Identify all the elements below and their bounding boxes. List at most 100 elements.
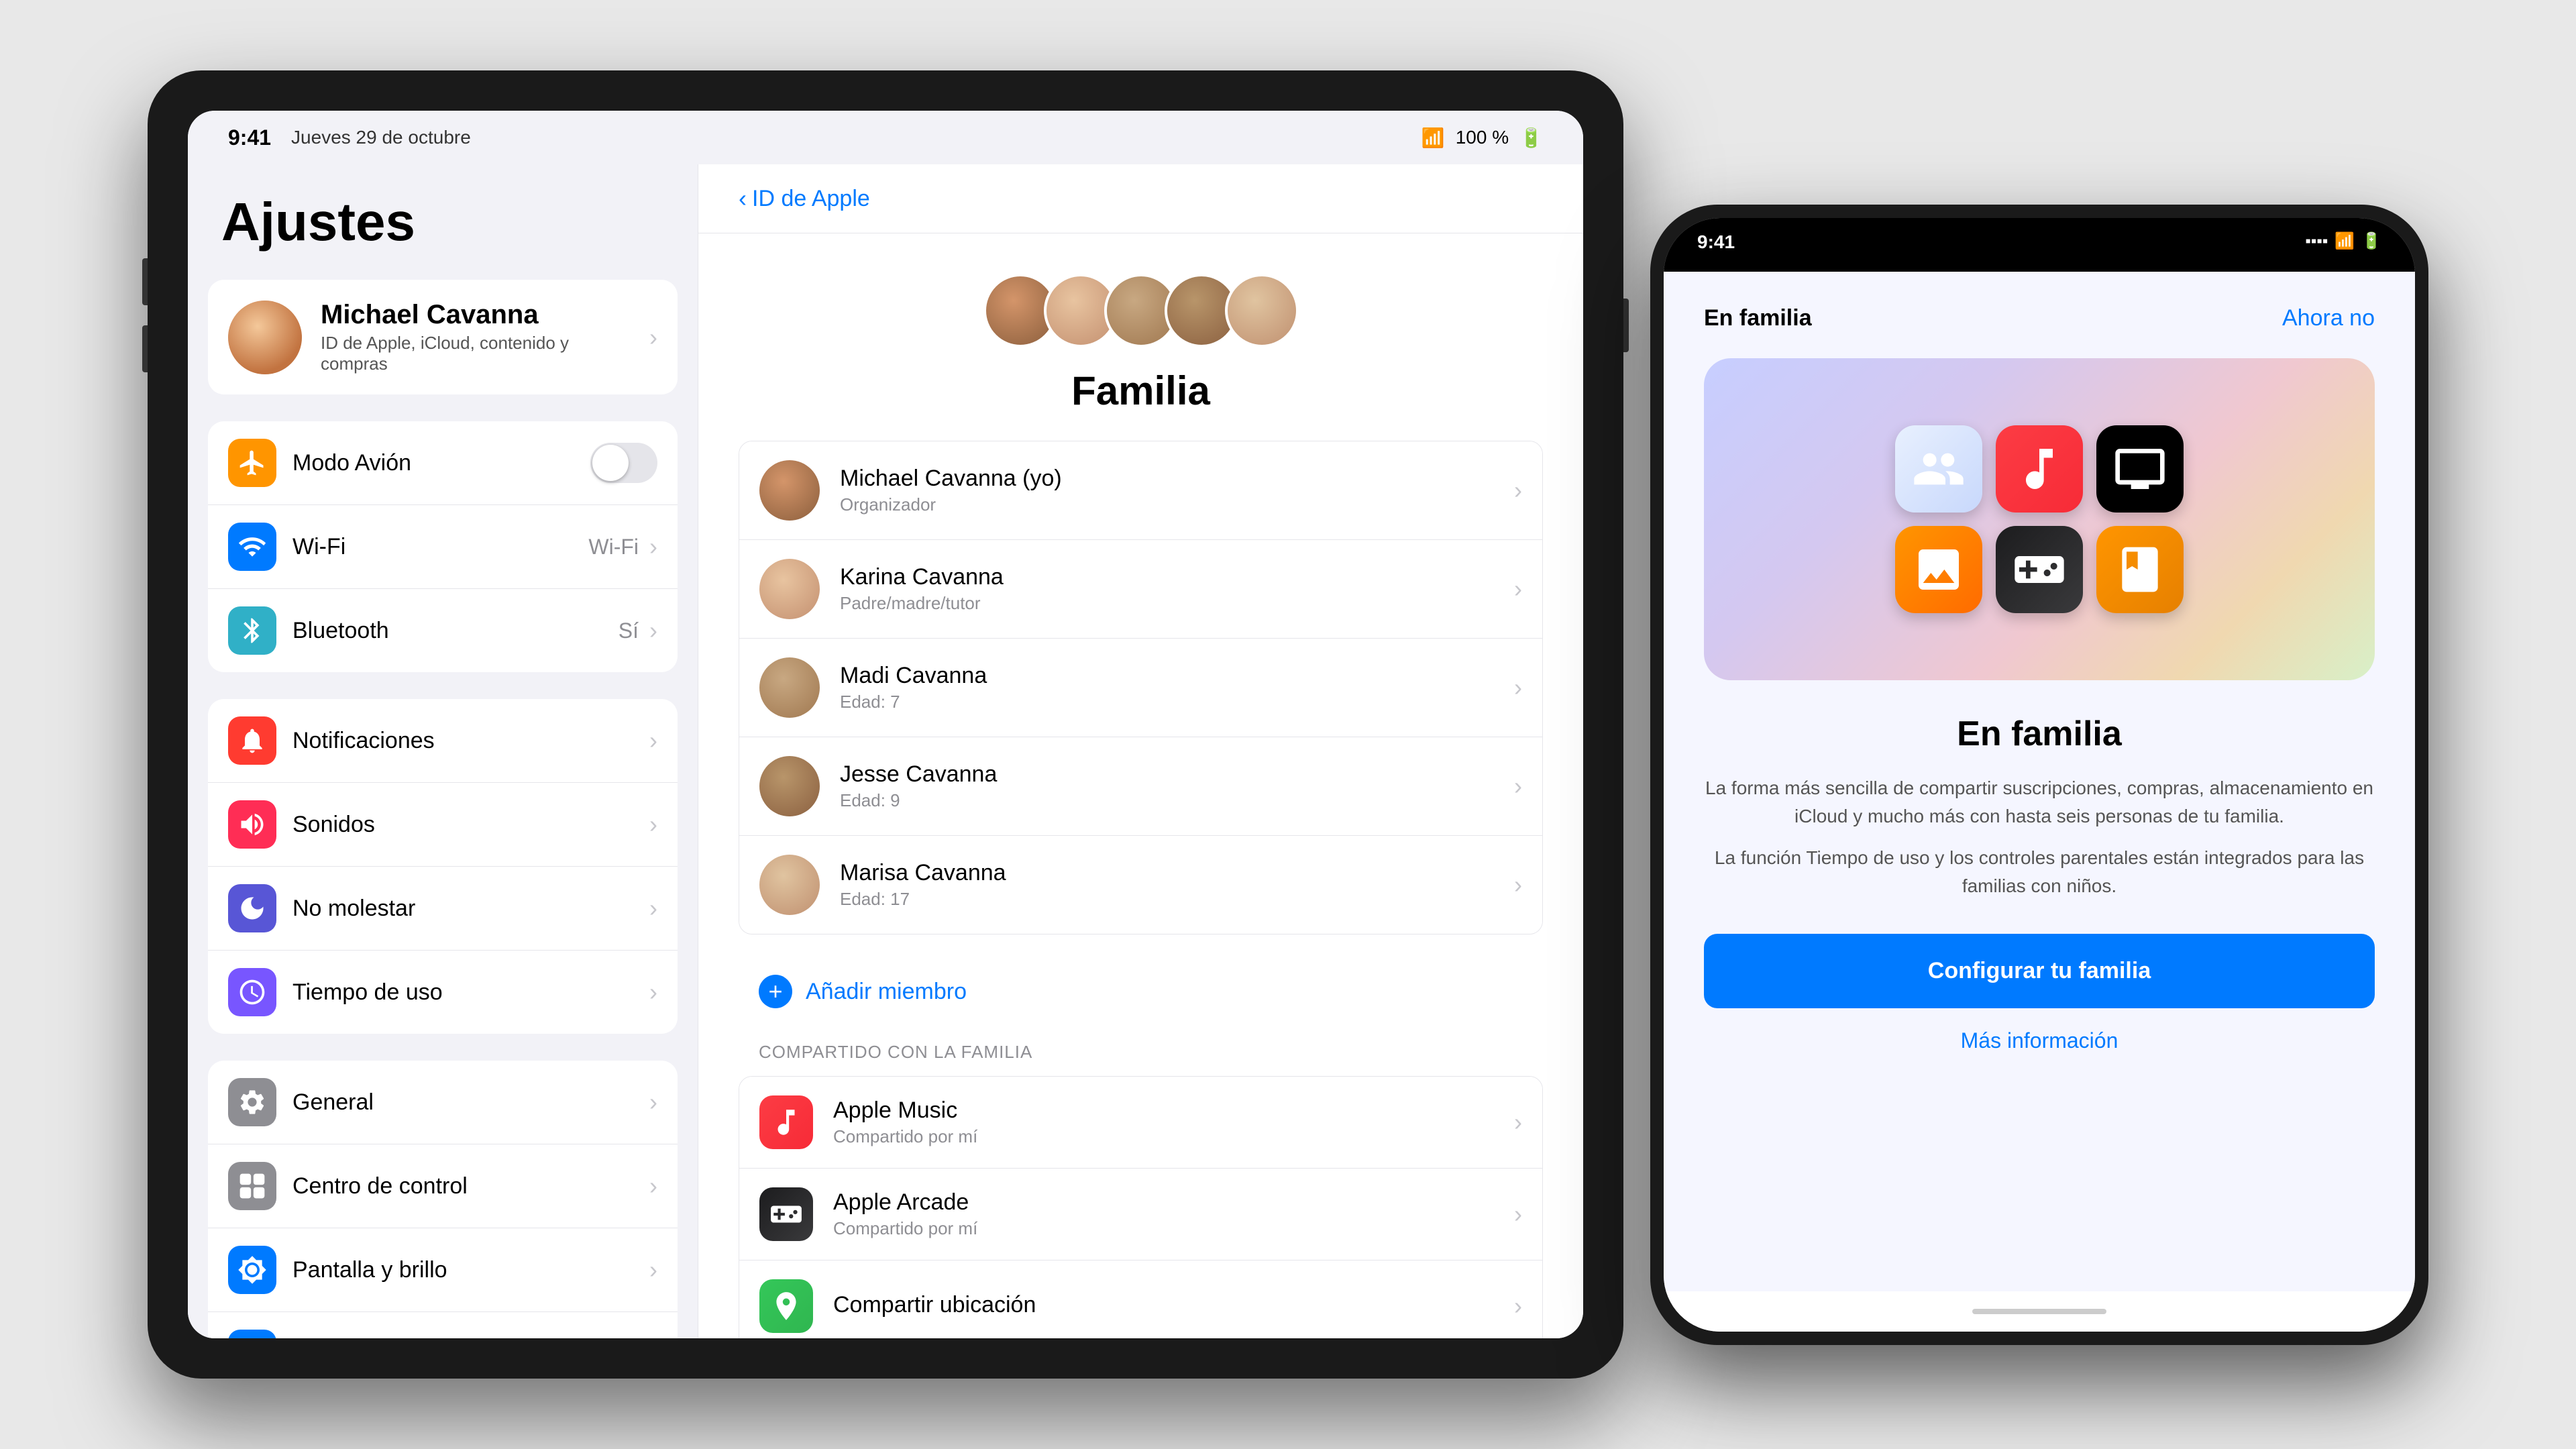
member-role-2: Edad: 7 — [840, 692, 1514, 712]
service-music[interactable]: Apple Music Compartido por mí › — [739, 1077, 1542, 1169]
wifi-label: Wi-Fi — [292, 534, 588, 560]
control-center-icon — [228, 1162, 276, 1210]
display-item[interactable]: Pantalla y brillo › — [208, 1228, 678, 1312]
member-avatar-0 — [759, 460, 820, 521]
ipad-volume-down-button[interactable] — [142, 325, 148, 372]
battery-status: 100 % — [1456, 127, 1509, 148]
notif-chevron: › — [649, 727, 657, 755]
member-item-2[interactable]: Madi Cavanna Edad: 7 › — [739, 639, 1542, 737]
shared-services: Apple Music Compartido por mí › — [739, 1076, 1543, 1338]
settings-title: Ajustes — [208, 191, 678, 280]
back-chevron-icon: ‹ — [739, 184, 747, 213]
back-button[interactable]: ‹ ID de Apple — [739, 184, 1543, 213]
battery-icon: 🔋 — [1519, 127, 1543, 149]
ipad-device: 9:41 Jueves 29 de octubre 📶 100 % 🔋 Ajus… — [148, 70, 1623, 1379]
ipad-content: Ajustes Michael Cavanna ID de Apple, iCl… — [188, 164, 1583, 1338]
iphone-wifi-icon: 📶 — [2334, 231, 2355, 251]
service-arcade[interactable]: Apple Arcade Compartido por mí › — [739, 1169, 1542, 1260]
iphone-battery-icon: 🔋 — [2361, 231, 2381, 251]
member-item-3[interactable]: Jesse Cavanna Edad: 9 › — [739, 737, 1542, 836]
sounds-chevron: › — [649, 810, 657, 839]
home-screen-icon — [228, 1330, 276, 1338]
location-service-info: Compartir ubicación — [833, 1292, 1514, 1321]
ipad-power-button[interactable] — [1623, 299, 1629, 352]
member-item-1[interactable]: Karina Cavanna Padre/madre/tutor › — [739, 540, 1542, 639]
settings-sidebar: Ajustes Michael Cavanna ID de Apple, iCl… — [188, 164, 698, 1338]
notifications-label: Notificaciones — [292, 728, 649, 754]
family-content: Familia Michael Cavanna (yo) Organizador… — [698, 233, 1583, 1338]
music-service-status: Compartido por mí — [833, 1126, 1514, 1147]
member-item-4[interactable]: Marisa Cavanna Edad: 17 › — [739, 836, 1542, 934]
dnd-chevron: › — [649, 894, 657, 922]
airplane-mode-icon — [228, 439, 276, 487]
home-screen-item[interactable]: Pantalla de inicio y el Dock › — [208, 1312, 678, 1338]
family-panel: ‹ ID de Apple — [698, 164, 1583, 1338]
wifi-value: Wi-Fi — [588, 535, 639, 559]
st-chevron: › — [649, 978, 657, 1006]
bluetooth-label: Bluetooth — [292, 618, 619, 644]
member-3-chevron: › — [1514, 772, 1522, 800]
ipad-screen: 9:41 Jueves 29 de octubre 📶 100 % 🔋 Ajus… — [188, 111, 1583, 1338]
bluetooth-chevron: › — [649, 616, 657, 645]
control-center-item[interactable]: Centro de control › — [208, 1144, 678, 1228]
iphone-description-1: La forma más sencilla de compartir suscr… — [1704, 774, 2375, 830]
do-not-disturb-label: No molestar — [292, 896, 649, 922]
arcade-service-info: Apple Arcade Compartido por mí — [833, 1189, 1514, 1239]
general-item[interactable]: General › — [208, 1061, 678, 1144]
wifi-status-icon: 📶 — [1421, 127, 1445, 149]
member-role-3: Edad: 9 — [840, 790, 1514, 811]
user-subtitle: ID de Apple, iCloud, contenido y compras — [321, 333, 631, 374]
disp-chevron: › — [649, 1256, 657, 1284]
bluetooth-item[interactable]: Bluetooth Sí › — [208, 589, 678, 672]
do-not-disturb-icon — [228, 884, 276, 932]
iphone-status-icons: ▪▪▪▪ 📶 🔋 — [2305, 231, 2381, 251]
signal-icon: ▪▪▪▪ — [2305, 232, 2328, 251]
member-item-0[interactable]: Michael Cavanna (yo) Organizador › — [739, 441, 1542, 540]
iphone-time: 9:41 — [1697, 231, 1735, 253]
do-not-disturb-item[interactable]: No molestar › — [208, 867, 678, 951]
user-avatar-face — [228, 301, 302, 374]
member-avatar-1 — [759, 559, 820, 619]
user-avatar — [228, 301, 302, 374]
cc-chevron: › — [649, 1172, 657, 1200]
wifi-item-icon — [228, 523, 276, 571]
arcade-chevron: › — [1514, 1200, 1522, 1228]
configure-family-button[interactable]: Configurar tu familia — [1704, 934, 2375, 1008]
screen-time-label: Tiempo de uso — [292, 979, 649, 1006]
ipad-status-icons: 📶 100 % 🔋 — [1421, 127, 1543, 149]
member-0-chevron: › — [1514, 476, 1522, 504]
airplane-mode-item[interactable]: Modo Avión — [208, 421, 678, 505]
screen-time-icon — [228, 968, 276, 1016]
member-info-0: Michael Cavanna (yo) Organizador — [840, 466, 1514, 515]
iphone-device: 9:41 ▪▪▪▪ 📶 🔋 En familia Ahora no — [1650, 205, 2428, 1345]
service-location[interactable]: Compartir ubicación › — [739, 1260, 1542, 1338]
more-info-link[interactable]: Más información — [1961, 1028, 2118, 1053]
home-indicator-bar — [1972, 1309, 2106, 1314]
iphone-sheet-content: En familia Ahora no — [1664, 272, 2415, 1291]
general-icon — [228, 1078, 276, 1126]
arcade-service-icon — [759, 1187, 813, 1241]
screen-time-item[interactable]: Tiempo de uso › — [208, 951, 678, 1034]
member-name-2: Madi Cavanna — [840, 663, 1514, 689]
ipad-status-bar: 9:41 Jueves 29 de octubre 📶 100 % 🔋 — [188, 111, 1583, 164]
member-list: Michael Cavanna (yo) Organizador › Karin… — [739, 441, 1543, 934]
member-role-1: Padre/madre/tutor — [840, 593, 1514, 614]
member-name-1: Karina Cavanna — [840, 564, 1514, 590]
iphone-notch — [1966, 230, 2113, 254]
hero-photos-icon — [1895, 526, 1982, 613]
member-info-4: Marisa Cavanna Edad: 17 — [840, 860, 1514, 910]
ipad-volume-up-button[interactable] — [142, 258, 148, 305]
wifi-item[interactable]: Wi-Fi Wi-Fi › — [208, 505, 678, 589]
add-member-button[interactable]: + Añadir miembro — [739, 955, 1543, 1028]
display-label: Pantalla y brillo — [292, 1257, 649, 1283]
iphone-dismiss-button[interactable]: Ahora no — [2282, 305, 2375, 331]
user-profile-card[interactable]: Michael Cavanna ID de Apple, iCloud, con… — [208, 280, 678, 394]
member-2-chevron: › — [1514, 674, 1522, 702]
notifications-group: Notificaciones › Sonidos › — [208, 699, 678, 1034]
family-avatar-group — [983, 274, 1299, 347]
ipad-time: 9:41 — [228, 125, 271, 150]
iphone-hero-illustration — [1704, 358, 2375, 680]
notifications-item[interactable]: Notificaciones › — [208, 699, 678, 783]
airplane-mode-toggle[interactable] — [590, 443, 657, 483]
sounds-item[interactable]: Sonidos › — [208, 783, 678, 867]
